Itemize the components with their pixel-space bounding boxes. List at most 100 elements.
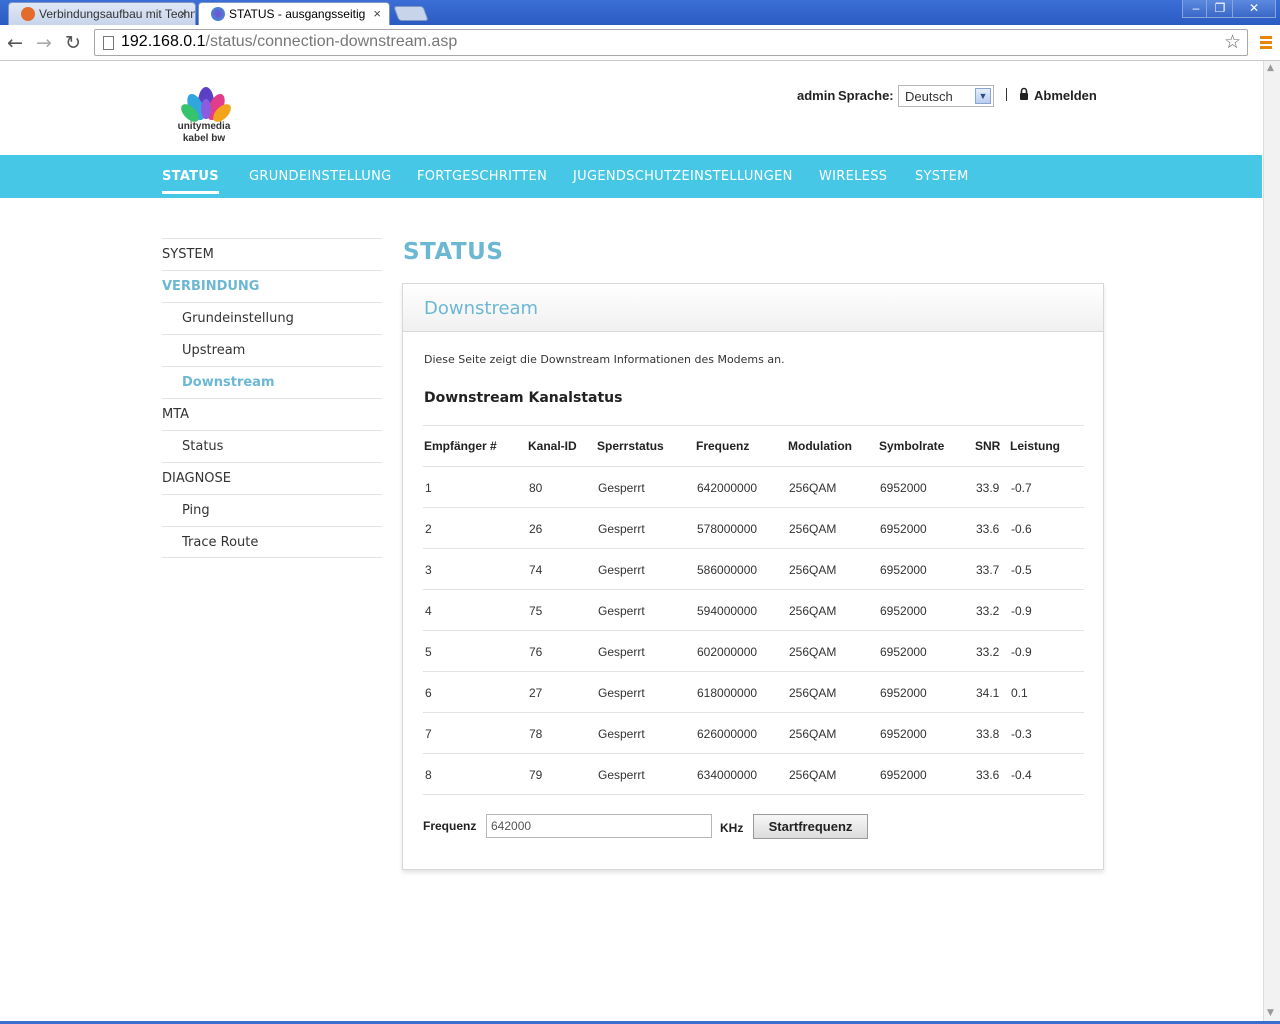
url-text[interactable]: 192.168.0.1/status/connection-downstream… bbox=[121, 33, 457, 51]
browser-tab-2-title: STATUS - ausgangsseitig bbox=[229, 7, 366, 21]
nav-system[interactable]: SYSTEM bbox=[915, 169, 969, 184]
table-cell: 6952000 bbox=[878, 712, 974, 754]
scroll-down-icon[interactable]: ▼ bbox=[1267, 1008, 1274, 1018]
header-divider bbox=[1006, 88, 1007, 101]
nav-status[interactable]: STATUS bbox=[162, 169, 219, 194]
panel-header: Downstream bbox=[403, 284, 1103, 332]
nav-jugendschutz[interactable]: JUGENDSCHUTZEINSTELLUNGEN bbox=[573, 169, 793, 184]
table-cell: 256QAM bbox=[787, 589, 878, 631]
scroll-up-icon[interactable]: ▲ bbox=[1267, 63, 1274, 73]
downstream-channel-table: Empfänger # Kanal-ID Sperrstatus Frequenz Mo… bbox=[423, 425, 1084, 795]
language-select[interactable]: Deutsch ▼ bbox=[898, 85, 994, 107]
nav-wireless[interactable]: WIRELESS bbox=[819, 169, 887, 184]
sidebar-item-mta-status[interactable]: Status bbox=[162, 430, 382, 462]
table-cell: 33.6 bbox=[974, 753, 1009, 795]
table-cell: 256QAM bbox=[787, 753, 878, 795]
table-header-cell: Sperrstatus bbox=[596, 425, 695, 467]
username: admin bbox=[797, 88, 836, 103]
table-cell: 256QAM bbox=[787, 466, 878, 508]
tab-close-icon[interactable]: × bbox=[179, 6, 187, 21]
page-content: unitymedia kabel bw admin Sprache: Deuts… bbox=[0, 61, 1262, 1024]
table-cell: Gesperrt bbox=[596, 712, 695, 754]
sidebar-item-diagnose[interactable]: DIAGNOSE bbox=[162, 462, 382, 494]
tab-favicon-icon bbox=[21, 7, 35, 21]
main-nav-bar: STATUS GRUNDEINSTELLUNG FORTGESCHRITTEN … bbox=[0, 155, 1262, 198]
frequency-input[interactable] bbox=[486, 814, 712, 838]
logo-text: unitymedia kabel bw bbox=[177, 121, 231, 144]
new-tab-button[interactable] bbox=[393, 6, 429, 21]
frequency-unit: KHz bbox=[720, 821, 744, 835]
table-cell: 8 bbox=[423, 753, 527, 795]
sidebar-item-upstream[interactable]: Upstream bbox=[162, 334, 382, 366]
table-cell: 6952000 bbox=[878, 671, 974, 713]
table-cell: -0.7 bbox=[1009, 466, 1084, 508]
table-cell: 1 bbox=[423, 466, 527, 508]
page-title: STATUS bbox=[403, 239, 504, 265]
table-cell: 256QAM bbox=[787, 507, 878, 549]
table-row: 6 27 Gesperrt 618000000 256QAM 6952000 34.1 0.1 bbox=[423, 671, 1084, 713]
table-cell: 75 bbox=[527, 589, 596, 631]
table-cell: 6952000 bbox=[878, 630, 974, 672]
lock-icon bbox=[1020, 87, 1028, 100]
table-cell: 0.1 bbox=[1009, 671, 1084, 713]
sidebar-item-grundeinstellung[interactable]: Grundeinstellung bbox=[162, 302, 382, 334]
table-cell: 256QAM bbox=[787, 712, 878, 754]
table-header-cell: Frequenz bbox=[695, 425, 787, 467]
table-row: 5 76 Gesperrt 602000000 256QAM 6952000 33.2 -0.… bbox=[423, 630, 1084, 672]
table-cell: 6952000 bbox=[878, 589, 974, 631]
table-cell: 594000000 bbox=[695, 589, 787, 631]
table-cell: 34.1 bbox=[974, 671, 1009, 713]
nav-grundeinstellung[interactable]: GRUNDEINSTELLUNG bbox=[249, 169, 392, 184]
browser-toolbar: ← → ↻ 192.168.0.1/status/connection-down… bbox=[0, 25, 1280, 61]
table-cell: 33.6 bbox=[974, 507, 1009, 549]
language-label: Sprache: bbox=[838, 88, 894, 103]
table-cell: -0.9 bbox=[1009, 630, 1084, 672]
nav-fortgeschritten[interactable]: FORTGESCHRITTEN bbox=[417, 169, 547, 184]
table-cell: Gesperrt bbox=[596, 630, 695, 672]
sidebar-item-ping[interactable]: Ping bbox=[162, 494, 382, 526]
reload-icon[interactable]: ↻ bbox=[65, 32, 81, 54]
table-cell: 6952000 bbox=[878, 466, 974, 508]
close-window-button[interactable]: ✕ bbox=[1232, 0, 1276, 18]
table-cell: 76 bbox=[527, 630, 596, 672]
table-row: 2 26 Gesperrt 578000000 256QAM 6952000 33.6 -0.… bbox=[423, 507, 1084, 549]
table-cell: -0.4 bbox=[1009, 753, 1084, 795]
vertical-scrollbar[interactable]: ▲ ▼ bbox=[1263, 61, 1280, 1024]
sidebar-item-system[interactable]: SYSTEM bbox=[162, 238, 382, 270]
bookmark-star-icon[interactable]: ☆ bbox=[1224, 31, 1241, 53]
logout-link[interactable]: Abmelden bbox=[1034, 88, 1097, 103]
maximize-button[interactable]: ❐ bbox=[1206, 0, 1234, 18]
table-cell: 3 bbox=[423, 548, 527, 590]
sidebar-item-mta[interactable]: MTA bbox=[162, 398, 382, 430]
forward-icon[interactable]: → bbox=[36, 32, 52, 54]
tab-close-icon[interactable]: × bbox=[373, 6, 381, 21]
table-cell: 27 bbox=[527, 671, 596, 713]
table-row: 3 74 Gesperrt 586000000 256QAM 6952000 33.7 -0.… bbox=[423, 548, 1084, 590]
start-frequency-button[interactable]: Startfrequenz bbox=[753, 814, 868, 839]
sidebar-item-downstream[interactable]: Downstream bbox=[162, 366, 382, 398]
sidebar-item-verbindung[interactable]: VERBINDUNG bbox=[162, 270, 382, 302]
table-cell: 578000000 bbox=[695, 507, 787, 549]
sidebar-item-trace-route[interactable]: Trace Route bbox=[162, 526, 382, 558]
table-cell: 33.2 bbox=[974, 630, 1009, 672]
table-cell: 33.7 bbox=[974, 548, 1009, 590]
panel-description: Diese Seite zeigt die Downstream Informa… bbox=[424, 353, 785, 366]
table-row: 4 75 Gesperrt 594000000 256QAM 6952000 33.2 -0.… bbox=[423, 589, 1084, 631]
table-cell: 6952000 bbox=[878, 507, 974, 549]
table-cell: 33.2 bbox=[974, 589, 1009, 631]
frequency-label: Frequenz bbox=[423, 819, 477, 833]
table-cell: 256QAM bbox=[787, 630, 878, 672]
browser-menu-icon[interactable] bbox=[1260, 36, 1272, 51]
table-cell: -0.9 bbox=[1009, 589, 1084, 631]
table-cell: Gesperrt bbox=[596, 507, 695, 549]
browser-tab-2[interactable]: STATUS - ausgangsseitig × bbox=[198, 2, 390, 25]
table-cell: 33.8 bbox=[974, 712, 1009, 754]
table-cell: 6952000 bbox=[878, 753, 974, 795]
address-bar[interactable]: 192.168.0.1/status/connection-downstream… bbox=[94, 29, 1248, 56]
back-icon[interactable]: ← bbox=[7, 32, 23, 54]
table-cell: 6952000 bbox=[878, 548, 974, 590]
table-cell: 4 bbox=[423, 589, 527, 631]
sidebar: SYSTEM VERBINDUNG Grundeinstellung Upstr… bbox=[162, 238, 382, 558]
table-cell: 618000000 bbox=[695, 671, 787, 713]
browser-tab-1[interactable]: Verbindungsaufbau mit Techn × bbox=[8, 2, 196, 25]
